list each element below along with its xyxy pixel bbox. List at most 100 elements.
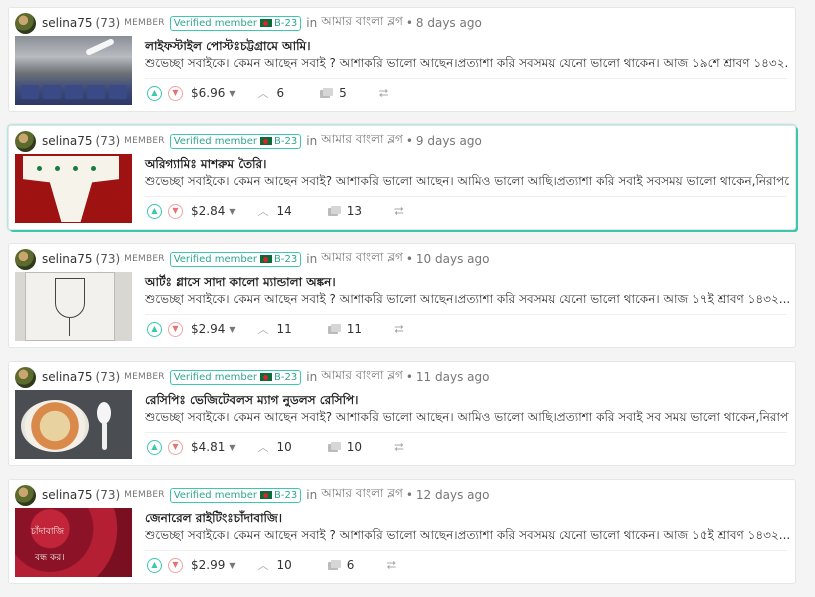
post-header: selina75 (73) MEMBER Verified member B-2… <box>15 366 489 388</box>
post-excerpt[interactable]: শুভেচ্ছা সবাইকে। কেমন আছেন সবাই? আশাকরি … <box>145 409 789 429</box>
community-link[interactable]: আমার বাংলা ব্লগ <box>321 367 403 387</box>
comment-count[interactable]: 10 <box>347 440 362 454</box>
author-reputation: (73) <box>95 488 121 502</box>
avatar[interactable] <box>15 130 36 152</box>
downvote-button[interactable]: ▼ <box>168 557 183 573</box>
comments-icon[interactable] <box>320 87 334 99</box>
comments-icon[interactable] <box>327 323 341 335</box>
thumbnail-dot <box>91 166 96 171</box>
payout-value[interactable]: $6.96 <box>191 86 225 100</box>
downvote-button[interactable]: ▼ <box>168 203 183 219</box>
author-link[interactable]: selina75 <box>42 488 93 502</box>
post-thumbnail[interactable]: চাঁদাবাজি বন্ধ কর। <box>15 508 132 577</box>
author-link[interactable]: selina75 <box>42 370 93 384</box>
post-thumbnail[interactable] <box>15 36 132 105</box>
author-link[interactable]: selina75 <box>42 16 93 30</box>
comment-count[interactable]: 11 <box>347 322 362 336</box>
vote-count[interactable]: 10 <box>277 440 292 454</box>
community-link[interactable]: আমার বাংলা ব্লগ <box>321 485 403 505</box>
verified-code: B-23 <box>274 253 298 265</box>
author-reputation: (73) <box>95 16 121 30</box>
community-link[interactable]: আমার বাংলা ব্লগ <box>321 249 403 269</box>
post-header: selina75 (73) MEMBER Verified member B-2… <box>15 484 489 506</box>
resteem-icon[interactable]: ⮂ <box>394 322 404 337</box>
vote-count[interactable]: 6 <box>277 86 285 100</box>
verified-code: B-23 <box>274 489 298 501</box>
post-age[interactable]: 11 days ago <box>416 370 490 384</box>
upvote-button[interactable]: ▲ <box>147 321 162 337</box>
post-excerpt[interactable]: শুভেচ্ছা সবাইকে। কেমন আছেন সবাই? আশাকরি … <box>145 173 789 193</box>
caret-down-icon[interactable]: ▼ <box>229 561 235 570</box>
comment-count[interactable]: 13 <box>347 204 362 218</box>
resteem-icon[interactable]: ⮂ <box>394 204 404 219</box>
upvote-button[interactable]: ▲ <box>147 85 162 101</box>
resteem-icon[interactable]: ⮂ <box>394 440 404 455</box>
payout-value[interactable]: $2.84 <box>191 204 225 218</box>
community-link[interactable]: আমার বাংলা ব্লগ <box>321 13 403 33</box>
caret-down-icon[interactable]: ▼ <box>229 443 235 452</box>
post-excerpt[interactable]: শুভেচ্ছা সবাইকে। কেমন আছেন সবাই ? আশাকরি… <box>145 55 789 75</box>
comments-icon[interactable] <box>327 441 341 453</box>
payout-value[interactable]: $2.94 <box>191 322 225 336</box>
author-reputation: (73) <box>95 370 121 384</box>
vote-count[interactable]: 14 <box>277 204 292 218</box>
verified-badge: Verified member B-23 <box>169 251 302 267</box>
avatar[interactable] <box>15 248 36 270</box>
resteem-icon[interactable]: ⮂ <box>386 558 396 573</box>
comment-count[interactable]: 6 <box>347 558 355 572</box>
verified-badge: Verified member B-23 <box>169 487 302 503</box>
author-link[interactable]: selina75 <box>42 252 93 266</box>
avatar[interactable] <box>15 12 36 34</box>
comments-icon[interactable] <box>327 559 341 571</box>
post-age[interactable]: 8 days ago <box>416 16 482 30</box>
separator-dot: • <box>405 252 413 266</box>
in-label: in <box>306 16 318 30</box>
chevron-up-icon: ︿ <box>257 205 269 218</box>
caret-down-icon[interactable]: ▼ <box>229 207 235 216</box>
comments-icon[interactable] <box>327 205 341 217</box>
caret-down-icon[interactable]: ▼ <box>229 325 235 334</box>
verified-badge: Verified member B-23 <box>169 369 302 385</box>
post-excerpt[interactable]: শুভেচ্ছা সবাইকে। কেমন আছেন সবাই ? আশাকরি… <box>145 291 789 311</box>
post-age[interactable]: 10 days ago <box>416 252 490 266</box>
avatar[interactable] <box>15 484 36 506</box>
post-age[interactable]: 9 days ago <box>416 134 482 148</box>
thumbnail-seat <box>21 85 39 99</box>
downvote-button[interactable]: ▼ <box>168 439 183 455</box>
post-card[interactable]: selina75 (73) MEMBER Verified member B-2… <box>8 7 796 112</box>
post-age[interactable]: 12 days ago <box>416 488 490 502</box>
post-thumbnail[interactable] <box>15 154 132 223</box>
post-card[interactable]: selina75 (73) MEMBER Verified member B-2… <box>8 243 796 348</box>
payout-value[interactable]: $2.99 <box>191 558 225 572</box>
divider <box>145 196 787 197</box>
avatar[interactable] <box>15 366 36 388</box>
payout-value[interactable]: $4.81 <box>191 440 225 454</box>
post-thumbnail[interactable] <box>15 390 132 459</box>
separator-dot: • <box>405 370 413 384</box>
comment-count[interactable]: 5 <box>339 86 347 100</box>
thumbnail-text: চাঁদাবাজি <box>31 527 65 537</box>
post-feed: selina75 (73) MEMBER Verified member B-2… <box>8 7 797 597</box>
in-label: in <box>306 370 318 384</box>
upvote-button[interactable]: ▲ <box>147 439 162 455</box>
author-link[interactable]: selina75 <box>42 134 93 148</box>
vote-count[interactable]: 11 <box>277 322 292 336</box>
divider <box>145 314 787 315</box>
chevron-up-icon: ︿ <box>257 559 269 572</box>
post-thumbnail[interactable] <box>15 272 132 341</box>
thumbnail-dot <box>73 166 78 171</box>
post-card[interactable]: selina75 (73) MEMBER Verified member B-2… <box>8 125 796 230</box>
resteem-icon[interactable]: ⮂ <box>379 86 389 101</box>
downvote-button[interactable]: ▼ <box>168 321 183 337</box>
community-link[interactable]: আমার বাংলা ব্লগ <box>321 131 403 151</box>
upvote-button[interactable]: ▲ <box>147 203 162 219</box>
post-excerpt[interactable]: শুভেচ্ছা সবাইকে। কেমন আছেন সবাই ? আশাকরি… <box>145 527 789 547</box>
upvote-button[interactable]: ▲ <box>147 557 162 573</box>
verified-label: Verified member <box>173 371 258 383</box>
thumbnail-bowl <box>21 400 89 452</box>
downvote-button[interactable]: ▼ <box>168 85 183 101</box>
vote-count[interactable]: 10 <box>277 558 292 572</box>
post-card[interactable]: selina75 (73) MEMBER Verified member B-2… <box>8 361 796 466</box>
caret-down-icon[interactable]: ▼ <box>229 89 235 98</box>
post-card[interactable]: selina75 (73) MEMBER Verified member B-2… <box>8 479 796 584</box>
